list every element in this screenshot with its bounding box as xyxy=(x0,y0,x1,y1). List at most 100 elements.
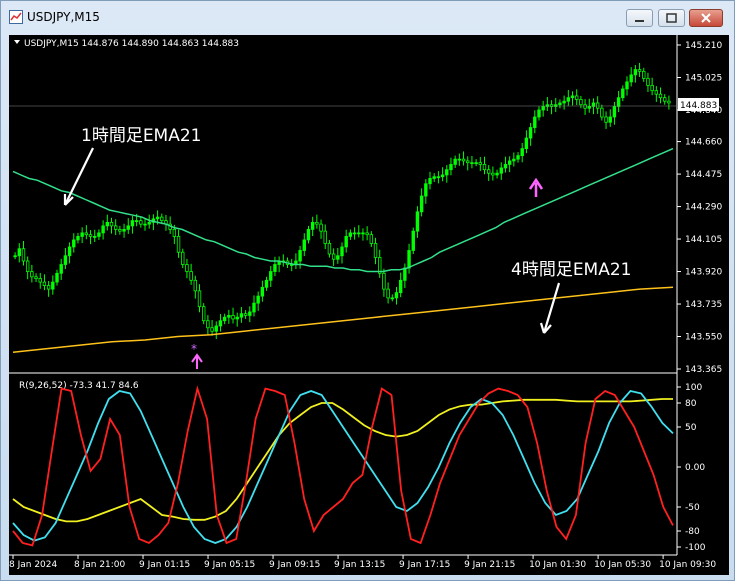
candle-body xyxy=(302,239,306,251)
candle-body xyxy=(46,285,51,290)
candle-body xyxy=(558,102,562,106)
candle-body xyxy=(474,162,478,165)
chart-window: USDJPY,M15 USDJPY,M15 144.876 144.890 14… xyxy=(0,0,735,581)
current-price-marker: 144.883 xyxy=(9,98,719,111)
candle-body xyxy=(113,225,118,230)
candle-body xyxy=(17,248,21,257)
time-axis-label: 10 Jan 09:30 xyxy=(659,560,716,570)
candle-body xyxy=(252,302,256,313)
annotation-ema-1h-label: 1時間足EMA21 xyxy=(81,126,202,146)
candle-body xyxy=(466,160,470,164)
candle-body xyxy=(407,250,411,269)
candle-body xyxy=(34,276,38,279)
close-button[interactable] xyxy=(689,9,723,27)
candle-body xyxy=(298,250,302,262)
candle-body xyxy=(273,264,277,272)
candle-body xyxy=(239,313,244,318)
candle-body xyxy=(139,220,143,225)
candle-body xyxy=(524,137,529,150)
price-axis-label: 144.290 xyxy=(685,203,722,213)
up-arrow-icon xyxy=(528,177,544,197)
chart-canvas[interactable]: USDJPY,M15 144.876 144.890 144.863 144.8… xyxy=(9,35,729,575)
candle-body xyxy=(654,90,659,95)
candle-body xyxy=(97,232,101,237)
candle-body xyxy=(503,164,508,169)
candle-body xyxy=(352,232,357,235)
candle-body xyxy=(357,232,361,235)
candle-body xyxy=(575,95,579,100)
maximize-icon xyxy=(666,13,677,23)
price-axis-label: 145.210 xyxy=(685,41,722,51)
annotation-ema-1h: 1時間足EMA21 xyxy=(63,126,202,206)
candle-body xyxy=(616,97,621,107)
candle-body xyxy=(227,315,231,318)
ema-4h-line xyxy=(12,286,674,354)
candle-body xyxy=(344,236,348,248)
candle-body xyxy=(453,158,457,165)
candle-body xyxy=(59,264,63,274)
time-axis-label: 8 Jan 21:00 xyxy=(74,560,126,570)
current-price-label: 144.883 xyxy=(680,101,717,111)
candle-body xyxy=(340,246,344,257)
candle-body xyxy=(130,220,135,227)
candle-body xyxy=(432,176,436,179)
candle-body xyxy=(470,162,474,165)
candle-body xyxy=(331,253,336,260)
candle-body xyxy=(348,232,353,237)
candle-body xyxy=(403,267,407,281)
candle-body xyxy=(512,158,516,162)
candle-body xyxy=(315,221,319,225)
candle-body xyxy=(88,234,93,237)
candle-body xyxy=(189,271,193,281)
candle-body xyxy=(134,220,139,223)
time-axis-label: 9 Jan 09:15 xyxy=(269,560,320,570)
candle-body xyxy=(25,260,30,272)
candle-body xyxy=(608,116,612,123)
candle-body xyxy=(201,306,206,322)
candle-body xyxy=(486,169,491,174)
minimize-button[interactable] xyxy=(626,9,653,27)
candle-body xyxy=(101,225,105,234)
candle-body xyxy=(449,164,453,171)
candle-body xyxy=(646,77,650,86)
candle-body xyxy=(478,162,483,165)
dropdown-triangle-icon[interactable] xyxy=(14,40,20,44)
maximize-button[interactable] xyxy=(658,9,685,27)
candle-body xyxy=(319,223,323,232)
candle-body xyxy=(67,246,72,257)
time-axis-label: 9 Jan 05:15 xyxy=(204,560,255,570)
price-pane[interactable]: USDJPY,M15 144.876 144.890 144.863 144.8… xyxy=(9,35,722,570)
candle-body xyxy=(206,320,210,329)
close-icon xyxy=(701,13,711,23)
price-axis-label: 144.475 xyxy=(685,170,722,180)
candle-body xyxy=(306,228,311,241)
price-axis-label: 144.660 xyxy=(685,138,722,148)
candle-body xyxy=(612,106,617,118)
candle-body xyxy=(72,239,76,248)
candle-body xyxy=(30,271,34,278)
candle-body xyxy=(583,104,587,109)
time-axis-label: 9 Jan 01:15 xyxy=(139,560,190,570)
candle-body xyxy=(604,116,608,123)
title-bar[interactable]: USDJPY,M15 xyxy=(1,1,734,35)
candle-body xyxy=(394,292,399,299)
candle-body xyxy=(181,251,185,265)
price-axis-label: 144.105 xyxy=(685,235,722,245)
candle-body xyxy=(122,228,126,232)
candle-body xyxy=(537,109,541,118)
candle-body xyxy=(51,281,55,290)
candle-body xyxy=(499,167,503,174)
candle-body xyxy=(541,106,545,111)
candle-body xyxy=(109,221,114,227)
candle-body xyxy=(80,232,84,237)
candle-body xyxy=(436,176,441,179)
candle-body xyxy=(424,183,428,197)
chart-header: USDJPY,M15 144.876 144.890 144.863 144.8… xyxy=(24,39,239,49)
candle-body xyxy=(637,69,642,72)
indicator-axis: 100 80 50 0.00 -50 -80 -100 xyxy=(677,383,706,553)
candle-body xyxy=(160,216,164,222)
chart-area[interactable]: USDJPY,M15 144.876 144.890 144.863 144.8… xyxy=(9,35,729,575)
indicator-fast-line xyxy=(12,385,674,547)
candle-body xyxy=(650,84,654,92)
candle-body xyxy=(445,169,449,176)
